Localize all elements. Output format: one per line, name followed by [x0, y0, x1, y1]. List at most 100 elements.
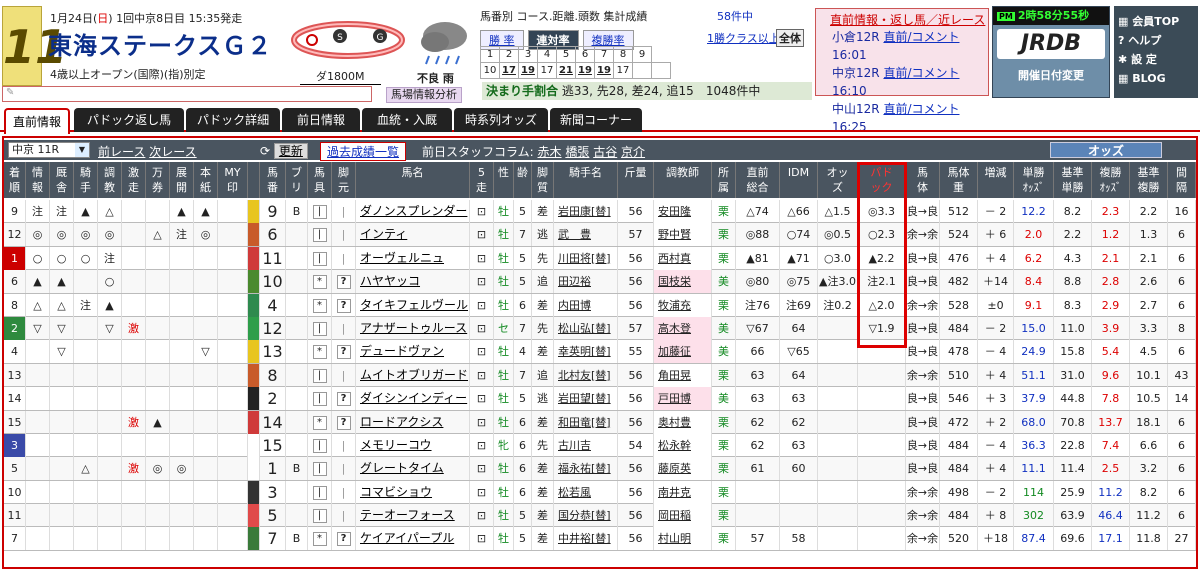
col-header-29[interactable]: 馬体 重: [940, 162, 978, 198]
horse-name[interactable]: デュードヴァン: [356, 340, 470, 364]
jrdb-logo[interactable]: JRDB: [997, 29, 1105, 59]
col-header-31[interactable]: 単勝 ｵｯｽﾞ: [1014, 162, 1054, 198]
tab-paddock-detail[interactable]: パドック詳細: [186, 108, 280, 132]
baba-info-button[interactable]: 馬場情報分析: [386, 87, 462, 103]
trainer-name[interactable]: 国枝栄: [654, 270, 712, 294]
horse-name[interactable]: グレートタイム: [356, 457, 470, 481]
horse-name[interactable]: メモリーコウ: [356, 433, 470, 457]
table-row[interactable]: 13 8 | | ムイトオブリガード ⊡ 牡 7 追北村友[替] 56 角田晃栗 63 64 余→余 510…: [4, 363, 1196, 388]
table-row[interactable]: 10 3 | | コマビショウ ⊡ 牡 6 差松若風 56 南井克栗余→余 498 － 2 114 25.9…: [4, 480, 1196, 505]
trainer-name[interactable]: 野中賢: [654, 223, 712, 247]
jockey-name[interactable]: 松若風: [554, 480, 618, 504]
five-race-icon[interactable]: ⊡: [470, 457, 494, 481]
five-race-icon[interactable]: ⊡: [470, 223, 494, 247]
my-mark-cell[interactable]: [218, 410, 248, 434]
col-header-28[interactable]: 馬 体: [906, 162, 940, 198]
prev-race-link[interactable]: 前レース: [98, 145, 145, 159]
my-mark-cell[interactable]: [218, 433, 248, 457]
menu-blog[interactable]: ▦ BLOG: [1118, 69, 1198, 88]
trainer-name[interactable]: 角田晃: [654, 363, 712, 387]
tab-bloodline[interactable]: 血統・入厩: [362, 108, 452, 132]
all-filter-button[interactable]: 全体: [776, 29, 804, 47]
col-header-27[interactable]: パド ック: [858, 162, 906, 198]
columnist-2[interactable]: 古谷: [593, 145, 617, 159]
col-header-24[interactable]: 直前 総合: [736, 162, 780, 198]
horse-name[interactable]: アナザートゥルース: [356, 316, 470, 340]
my-mark-cell[interactable]: [218, 316, 248, 340]
table-row[interactable]: 3 15 | | メモリーコウ ⊡ 牝 6 先古川吉 54 松永幹栗 62 63 良→良 484 － 4 36.…: [4, 433, 1196, 458]
jockey-name[interactable]: 幸英明[替]: [554, 340, 618, 364]
five-race-icon[interactable]: ⊡: [470, 340, 494, 364]
five-race-icon[interactable]: ⊡: [470, 387, 494, 411]
horse-name[interactable]: オーヴェルニュ: [356, 246, 470, 270]
horse-name[interactable]: ケイアイパープル: [356, 527, 470, 551]
col-header-30[interactable]: 増減: [978, 162, 1014, 198]
leg-button[interactable]: |: [332, 480, 356, 504]
columnist-3[interactable]: 京介: [621, 145, 645, 159]
col-header-8[interactable]: 本 紙: [194, 162, 218, 198]
jockey-name[interactable]: 内田博: [554, 293, 618, 317]
jockey-name[interactable]: 松山弘[替]: [554, 316, 618, 340]
col-header-21[interactable]: 斤量: [618, 162, 654, 198]
equipment-button[interactable]: |: [308, 363, 332, 387]
five-race-icon[interactable]: ⊡: [470, 480, 494, 504]
tab-chokuzen[interactable]: 直前情報: [4, 108, 70, 134]
trainer-name[interactable]: 村山明: [654, 527, 712, 551]
equipment-button[interactable]: |: [308, 387, 332, 411]
my-mark-cell[interactable]: [218, 293, 248, 317]
trainer-name[interactable]: 南井克: [654, 480, 712, 504]
jockey-name[interactable]: 川田将[替]: [554, 246, 618, 270]
col-header-11[interactable]: 馬 番: [260, 162, 286, 198]
col-header-35[interactable]: 間 隔: [1168, 162, 1196, 198]
col-header-22[interactable]: 調教師: [654, 162, 712, 198]
col-header-9[interactable]: MY 印: [218, 162, 248, 198]
trainer-name[interactable]: 安田隆: [654, 200, 712, 223]
horse-name[interactable]: ダイシンインディー: [356, 387, 470, 411]
col-header-15[interactable]: 馬名: [356, 162, 470, 198]
five-race-icon[interactable]: ⊡: [470, 246, 494, 270]
col-header-25[interactable]: IDM: [780, 162, 818, 198]
tab-zenjitsu[interactable]: 前日情報: [282, 108, 360, 132]
table-row[interactable]: 4 ▽ ▽ 13 *? デュードヴァン ⊡ 牡 4 差幸英明[替] 55 加藤征美 66 ▽65 良→良 47…: [4, 340, 1196, 364]
tab-odds-timeline[interactable]: 時系列オッズ: [454, 108, 548, 132]
col-header-6[interactable]: 万 券: [146, 162, 170, 198]
col-header-23[interactable]: 所 属: [712, 162, 736, 198]
jockey-name[interactable]: 和田竜[替]: [554, 410, 618, 434]
col-header-14[interactable]: 脚 元: [332, 162, 356, 198]
leg-button[interactable]: |: [332, 200, 356, 223]
jockey-name[interactable]: 岩田康[替]: [554, 200, 618, 223]
recent-race-1[interactable]: 中京12R 直前/コメント 16:10: [816, 64, 988, 100]
five-race-icon[interactable]: ⊡: [470, 433, 494, 457]
my-mark-cell[interactable]: [218, 480, 248, 504]
equipment-button[interactable]: |: [308, 480, 332, 504]
my-mark-cell[interactable]: [218, 200, 248, 223]
equipment-button[interactable]: *: [308, 293, 332, 317]
col-header-26[interactable]: オッ ズ: [818, 162, 858, 198]
leg-button[interactable]: |: [332, 504, 356, 528]
five-race-icon[interactable]: ⊡: [470, 504, 494, 528]
col-header-16[interactable]: 5 走: [470, 162, 494, 198]
my-mark-cell[interactable]: [218, 246, 248, 270]
trainer-name[interactable]: 松永幹: [654, 433, 712, 457]
table-row[interactable]: 11 5 | | テーオーフォース ⊡ 牡 5 差国分恭[替] 56 岡田稲栗余→余 484 ＋ 8 30…: [4, 504, 1196, 528]
trainer-name[interactable]: 岡田稲: [654, 504, 712, 528]
my-mark-cell[interactable]: [218, 457, 248, 481]
col-header-1[interactable]: 情 報: [26, 162, 50, 198]
equipment-button[interactable]: *: [308, 527, 332, 551]
jockey-name[interactable]: 武 豊: [554, 223, 618, 247]
tab-paddock-kaeshi[interactable]: パドック返し馬: [74, 108, 184, 132]
table-row[interactable]: 1 ○ ○ ○ 注 11 | | オーヴェルニュ ⊡ 牡 5 先川田将[替] 56 西村真栗 ▲81 ▲71 ○3…: [4, 246, 1196, 271]
horse-name[interactable]: テーオーフォース: [356, 504, 470, 528]
equipment-button[interactable]: |: [308, 246, 332, 270]
jockey-name[interactable]: 福永祐[替]: [554, 457, 618, 481]
my-mark-cell[interactable]: [218, 387, 248, 411]
table-row[interactable]: 2 ▽ ▽ ▽ 激 12 | | アナザートゥルース ⊡ セ 7 先松山弘[替] 57 高木登美 ▽67 64 ▽…: [4, 316, 1196, 341]
col-header-10[interactable]: [248, 162, 260, 198]
five-race-icon[interactable]: ⊡: [470, 200, 494, 223]
leg-button[interactable]: ?: [332, 293, 356, 317]
table-row[interactable]: 15 激 ▲ 14 *? ロードアクシス ⊡ 牡 6 差和田竜[替] 56 奥村豊栗 62 62 良→良 47…: [4, 410, 1196, 434]
my-mark-cell[interactable]: [218, 363, 248, 387]
memo-input[interactable]: ✎: [2, 86, 372, 102]
leg-button[interactable]: ?: [332, 270, 356, 294]
five-race-icon[interactable]: ⊡: [470, 316, 494, 340]
